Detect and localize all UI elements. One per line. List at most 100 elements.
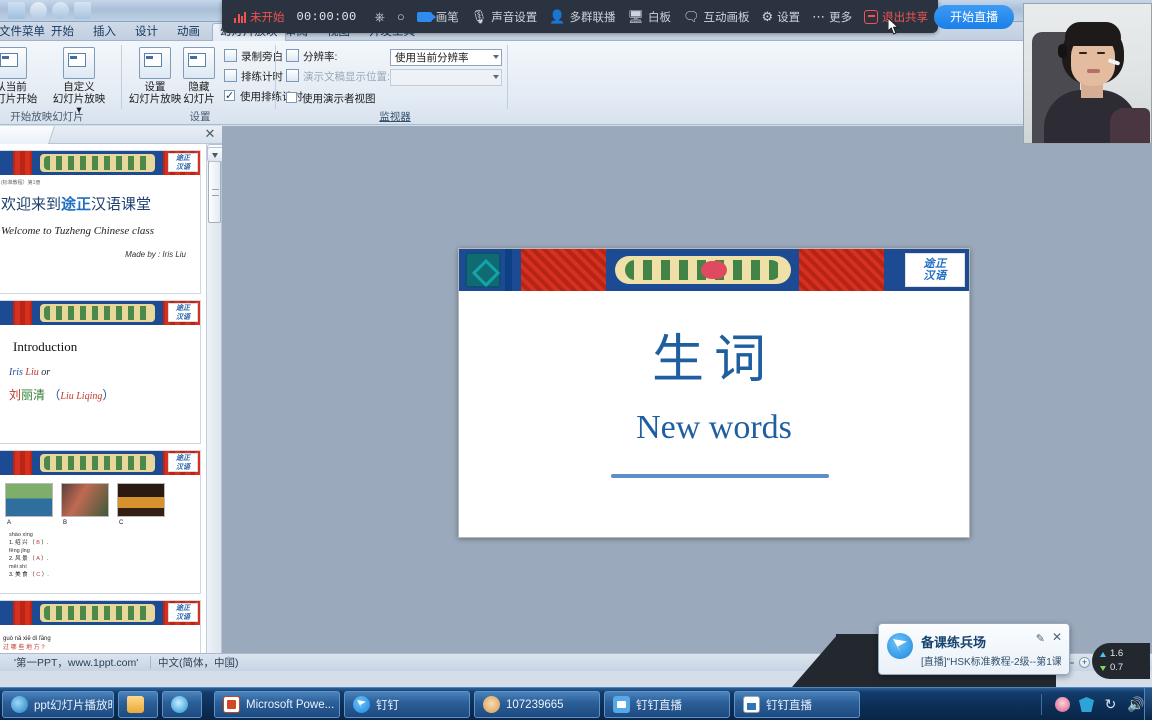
slide-banner: 途正 汉语 (0, 151, 200, 175)
custom-slideshow-button[interactable]: 自定义 幻灯片放映 ▾ (50, 45, 108, 117)
thumbnail-slide-2[interactable]: 途正 汉语 Introduction Iris Liu or 刘丽清 （Liu L… (0, 300, 201, 444)
toolbar-mic-label: 声音设置 (491, 11, 538, 24)
hide-slide-button[interactable]: 隐藏 幻灯片 (170, 45, 228, 105)
system-tray: ↻ 🔊 (1041, 688, 1150, 720)
quick-access-save-icon[interactable] (8, 2, 25, 19)
brand-logo: 途正 汉语 (168, 453, 198, 472)
toast-subtitle: [直播]"HSK标准教程-2级--第1课" (921, 657, 1061, 668)
taskbar-item-explorer[interactable] (118, 691, 158, 718)
taskbar-item-cloud[interactable] (162, 691, 202, 718)
start-from-current-button[interactable]: 从当前 幻灯片开始 (0, 45, 40, 105)
toolbar-share-screen-button[interactable]: ⎈ (369, 5, 391, 29)
label-a: A (7, 520, 12, 526)
toolbar-mic-button[interactable]: 🎙 声音设置 (465, 5, 544, 29)
btn-line2: 幻灯片开始 (0, 92, 38, 105)
toast-close-button[interactable]: ✕ (1052, 630, 1062, 644)
dingtalk-icon (887, 633, 913, 659)
tab-slides[interactable] (0, 126, 55, 144)
btn-line1: 隐藏 (188, 81, 210, 93)
rehearse-timings-icon (224, 69, 237, 82)
toolbar-annotate-button[interactable]: ○ (391, 5, 411, 29)
thumbnail-slide-3[interactable]: 途正 汉语 A B C shào xìng 1. 绍 兴 （ B ）. fēng… (0, 450, 201, 594)
toolbar-camera-button[interactable]: 画笔 (411, 5, 465, 29)
display-location-row: 演示文稿显示位置: (286, 69, 390, 85)
scrollbar-thumb[interactable] (208, 161, 221, 223)
toolbar-multi-link-button[interactable]: 👤 多群联播 (543, 5, 621, 29)
slide3-labels: A B C (7, 520, 192, 526)
taskbar-label: 107239665 (506, 698, 564, 711)
btn-line2: 幻灯片 (183, 92, 215, 105)
taskbar-item-account[interactable]: 107239665 (474, 691, 600, 718)
ribbon-tab-insert[interactable]: 插入 (86, 24, 123, 41)
photo-c (117, 483, 165, 517)
headset-icon (1058, 44, 1067, 58)
notification-toast[interactable]: 备课练兵场 [直播]"HSK标准教程-2级--第1课" ✎ ✕ (878, 623, 1070, 675)
taskbar-label: 钉钉直播 (766, 699, 812, 712)
quick-access-print-icon[interactable] (74, 2, 91, 19)
taskbar-item-dingtalk-live-2[interactable]: 钉钉直播 (734, 691, 860, 718)
toast-pin-button[interactable]: ✎ (1036, 632, 1045, 645)
ribbon-tab-home[interactable]: 开始 (44, 24, 81, 41)
toolbar-settings-button[interactable]: ⚙ 设置 (756, 5, 807, 29)
slide-title-chinese[interactable]: 生词 (459, 317, 969, 392)
people-icon: 👤 (549, 9, 566, 24)
avatar-icon (483, 696, 500, 713)
chevron-down-icon (493, 55, 499, 59)
taskbar-item-ppt-player[interactable]: ppt幻灯片播放时... (2, 691, 114, 718)
live-timer: 00:00:00 (296, 9, 357, 24)
close-pane-button[interactable]: ✕ (203, 127, 217, 141)
signal-bars-icon (234, 11, 246, 23)
presenter-view-checkbox[interactable]: 使用演示者视图 (286, 91, 376, 107)
download-arrow-icon (1100, 665, 1106, 671)
q1-row: 1. 绍 兴 （ B ）. (9, 540, 49, 546)
slide-title-english[interactable]: New words (459, 409, 969, 447)
thumbnail-slide-1[interactable]: 途正 汉语 (标准教程）第1册 欢迎来到途正汉语课堂 Welcome to Tuz… (0, 150, 201, 294)
slide-body: 生词 New words (459, 291, 969, 537)
dingtalk-share-toolbar: 未开始 00:00:00 ⎈ ○ 画笔 🎙 声音设置 👤 多群联播 🖥 白板 🗨… (222, 0, 1015, 33)
photo-a (5, 483, 53, 517)
resolution-select[interactable]: 使用当前分辨率 (390, 49, 502, 66)
quick-access-undo-icon[interactable] (30, 2, 47, 19)
presenter-view-label: 使用演示者视图 (302, 93, 376, 105)
user-icon[interactable] (1055, 697, 1070, 712)
toolbar-whiteboard-button[interactable]: 🖥 白板 (621, 5, 677, 29)
taskbar-item-dingtalk[interactable]: 钉钉 (344, 691, 470, 718)
network-speed-indicator: 1.6 0.7 (1092, 643, 1150, 679)
slide-banner: 途正 汉语 (0, 601, 200, 625)
download-speed-row: 0.7 (1100, 661, 1150, 675)
sync-icon[interactable]: ↻ (1103, 697, 1118, 712)
upload-speed-value: 1.6 (1110, 648, 1124, 659)
display-location-select[interactable] (390, 69, 502, 86)
start-live-button[interactable]: 开始直播 (934, 4, 1015, 29)
taskbar-item-powerpoint[interactable]: Microsoft Powe... (214, 691, 340, 718)
shield-icon[interactable] (1079, 697, 1094, 712)
webcam-preview[interactable] (1023, 3, 1152, 144)
group-label-start-show: 开始放映幻灯片 (10, 111, 84, 123)
thumbnail-scrollbar[interactable] (206, 144, 225, 671)
show-desktop-button[interactable] (1144, 688, 1152, 720)
ribbon-tab-design[interactable]: 设计 (128, 24, 165, 41)
current-slide[interactable]: 途正 汉语 生词 New words (458, 248, 970, 538)
q1-pinyin: shào xìng (9, 532, 33, 538)
ribbon-group-start-show: 从当前 幻灯片开始 自定义 幻灯片放映 ▾ 开始放映幻灯片 (0, 41, 122, 125)
volume-icon[interactable]: 🔊 (1127, 697, 1144, 712)
quick-access-redo-icon[interactable] (52, 2, 69, 19)
group-divider (507, 45, 508, 109)
resolution-label: 分辨率: (303, 51, 338, 63)
toolbar-more-button[interactable]: ⋯ 更多 (806, 5, 858, 29)
taskbar-item-dingtalk-live[interactable]: 钉钉直播 (604, 691, 730, 718)
windows-taskbar: ppt幻灯片播放时... Microsoft Powe... 钉钉 107239… (0, 687, 1152, 720)
toolbar-interactive-board-button[interactable]: 🗨 互动画板 (677, 5, 756, 29)
ribbon-tab-animation[interactable]: 动画 (170, 24, 207, 41)
zoom-in-button[interactable]: + (1079, 657, 1090, 668)
status-language[interactable]: 中文(简体，中国) (158, 656, 239, 670)
resolution-row: 分辨率: (286, 49, 337, 65)
slide3-images (5, 483, 192, 517)
slide-editing-canvas[interactable]: 途正 汉语 生词 New words (222, 126, 1152, 671)
slide-banner: 途正 汉语 (0, 451, 200, 475)
slide1-title-cn: 欢迎来到途正汉语课堂 (1, 196, 152, 213)
thumbnail-list[interactable]: 途正 汉语 (标准教程）第1册 欢迎来到途正汉语课堂 Welcome to Tuz… (0, 144, 207, 671)
group-divider (275, 45, 276, 109)
group-label-monitors[interactable]: 监视器 (282, 109, 508, 124)
slide-thumbnail-pane: ✕ 途正 汉语 (标准教程）第1册 欢迎来到途正汉语课堂 Welcome to T… (0, 126, 225, 671)
